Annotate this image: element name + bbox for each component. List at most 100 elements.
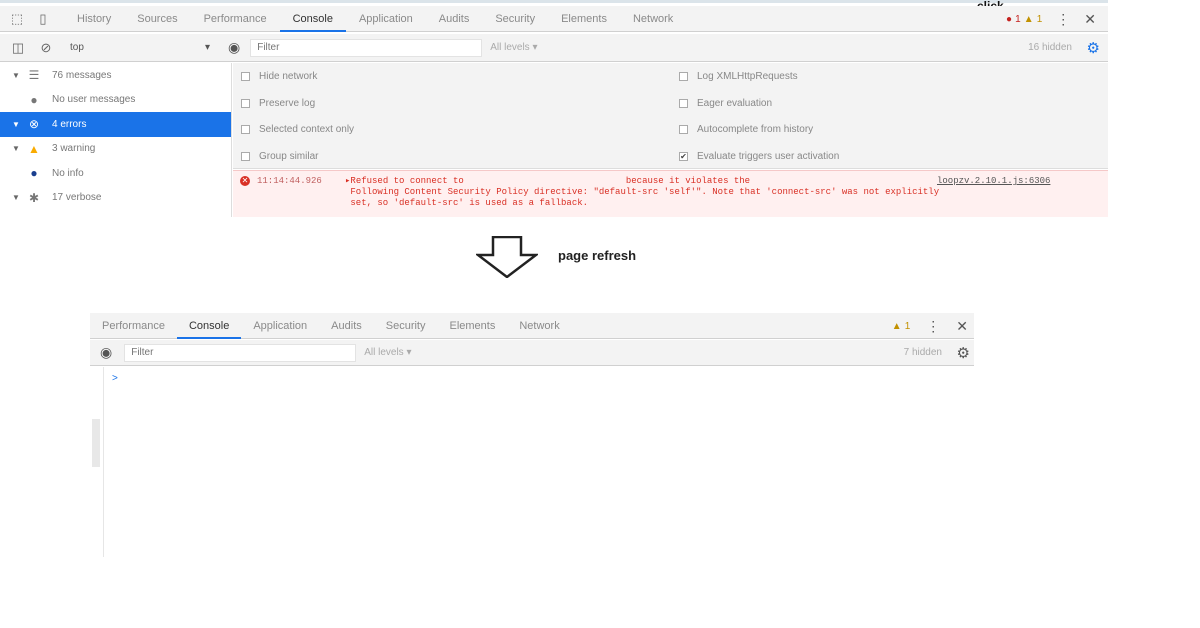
checkbox[interactable] (241, 98, 250, 108)
hidden-count: 7 hidden (903, 347, 942, 358)
sidebar-item-errors[interactable]: ▼ ⊗ 4 errors (0, 112, 231, 137)
setting-hide-network[interactable]: Hide network (241, 68, 317, 84)
setting-group-similar[interactable]: Group similar (241, 148, 318, 164)
checkbox[interactable] (241, 124, 250, 134)
live-expression-eye-icon[interactable]: ◉ (228, 39, 240, 56)
sidebar-item-label: 76 messages (52, 69, 112, 81)
console-gutter (90, 367, 104, 557)
bug-icon: ✱ (28, 190, 40, 205)
error-icon: ✕ (240, 176, 250, 186)
more-options-icon[interactable]: ⋮ (926, 318, 940, 335)
setting-label: Hide network (259, 70, 318, 82)
expand-arrow-icon: ▼ (12, 70, 20, 80)
warning-count: 1 (1036, 14, 1043, 25)
setting-log-xhr[interactable]: Log XMLHttpRequests (679, 68, 798, 84)
checkbox[interactable] (241, 151, 250, 161)
expand-arrow-icon: ▼ (12, 193, 20, 203)
setting-label: Selected context only (259, 123, 355, 135)
user-icon: ● (30, 92, 38, 107)
tab-audits[interactable]: Audits (319, 313, 374, 339)
filter-input[interactable] (250, 38, 483, 57)
filter-input[interactable] (124, 343, 357, 362)
expand-arrow-icon: ▼ (12, 119, 20, 129)
setting-evaluate-user-activation[interactable]: ✔ Evaluate triggers user activation (679, 148, 839, 164)
levels-dropdown[interactable]: All levels ▾ (364, 347, 411, 358)
checkbox[interactable] (241, 71, 250, 81)
setting-selected-context[interactable]: Selected context only (241, 121, 354, 137)
sidebar-item-label: No info (52, 167, 84, 179)
tab-application[interactable]: Application (241, 313, 319, 339)
hidden-count: 16 hidden (1028, 42, 1072, 53)
scrollbar-thumb[interactable] (92, 419, 100, 467)
setting-label: Eager evaluation (697, 97, 773, 109)
close-icon[interactable]: ✕ (1084, 11, 1096, 28)
error-icon: ● (1006, 14, 1013, 25)
console-sidebar: ▼ ☰ 76 messages ● No user messages ▼ ⊗ 4… (0, 63, 232, 217)
more-options-icon[interactable]: ⋮ (1056, 11, 1070, 28)
setting-autocomplete-history[interactable]: Autocomplete from history (679, 121, 813, 137)
live-expression-eye-icon[interactable]: ◉ (100, 344, 112, 361)
warning-count: 1 (904, 321, 911, 332)
inspect-element-icon[interactable]: ⬚ (8, 10, 26, 28)
tab-elements[interactable]: Elements (438, 313, 508, 339)
tab-application[interactable]: Application (346, 6, 426, 32)
tab-network[interactable]: Network (620, 6, 686, 32)
levels-dropdown[interactable]: All levels ▾ (490, 42, 537, 53)
console-toolbar: ◫ ⊘ top ▾ ◉ All levels ▾ 16 hidden ⚙ (0, 34, 1108, 62)
setting-preserve-log[interactable]: Preserve log (241, 95, 315, 111)
console-prompt[interactable]: > (112, 373, 118, 384)
console-settings-gear-icon[interactable]: ⚙ (1087, 39, 1100, 57)
sidebar-item-verbose[interactable]: ▼ ✱ 17 verbose (0, 186, 231, 211)
devtools-panel-after: Performance Console Application Audits S… (90, 313, 974, 557)
chevron-down-icon: ▾ (204, 42, 210, 53)
console-error-message: ✕ 11:14:44.926 ▸Refused to connect to be… (233, 170, 1108, 217)
tab-security[interactable]: Security (482, 6, 548, 32)
sidebar-item-user-messages[interactable]: ● No user messages (0, 88, 231, 113)
tab-sources[interactable]: Sources (124, 6, 190, 32)
sidebar-toggle-icon[interactable]: ◫ (8, 40, 28, 56)
warning-counter[interactable]: ▲ 1 (892, 320, 911, 332)
setting-label: Log XMLHttpRequests (697, 70, 798, 82)
devtools-panel-before: click ⬚ ▯ History Sources Performance Co… (0, 0, 1108, 217)
setting-label: Autocomplete from history (697, 123, 814, 135)
sidebar-item-messages[interactable]: ▼ ☰ 76 messages (0, 63, 231, 88)
device-toolbar-icon[interactable]: ▯ (34, 10, 52, 28)
tab-audits[interactable]: Audits (426, 6, 483, 32)
sidebar-item-info[interactable]: ● No info (0, 161, 231, 186)
console-settings-pane: Hide network Preserve log Selected conte… (233, 63, 1108, 169)
setting-label: Group similar (259, 150, 319, 162)
checkbox[interactable] (679, 98, 688, 108)
tab-console[interactable]: Console (176, 313, 242, 339)
tab-performance[interactable]: Performance (191, 6, 280, 32)
sidebar-item-label: 4 errors (52, 118, 87, 130)
checkbox[interactable] (679, 124, 688, 134)
console-toolbar: ◉ All levels ▾ 7 hidden ⚙ (90, 340, 974, 366)
tab-network[interactable]: Network (507, 313, 571, 339)
devtools-tabbar: ⬚ ▯ History Sources Performance Console … (0, 6, 1108, 32)
close-icon[interactable]: ✕ (956, 318, 968, 335)
context-select-value: top (70, 42, 84, 53)
error-counter[interactable]: ● 1 ▲ 1 (1006, 13, 1042, 25)
devtools-tabbar: Performance Console Application Audits S… (90, 313, 974, 339)
clear-console-icon[interactable]: ⊘ (36, 40, 56, 56)
tab-performance[interactable]: Performance (90, 313, 177, 339)
error-count: 1 (1015, 14, 1021, 25)
page-refresh-label: page refresh (558, 248, 637, 263)
console-settings-gear-icon[interactable]: ⚙ (957, 344, 970, 362)
context-select[interactable]: top ▾ (70, 42, 210, 53)
tab-elements[interactable]: Elements (548, 6, 620, 32)
tab-history[interactable]: History (64, 6, 124, 32)
checkbox-checked[interactable]: ✔ (679, 151, 688, 161)
warning-icon: ▲ (891, 321, 902, 332)
sidebar-item-warnings[interactable]: ▼ ▲ 3 warning (0, 137, 231, 162)
tab-console[interactable]: Console (279, 6, 346, 32)
list-icon: ☰ (28, 68, 40, 83)
setting-label: Preserve log (259, 97, 316, 109)
error-icon: ⊗ (28, 117, 40, 132)
setting-eager-evaluation[interactable]: Eager evaluation (679, 95, 772, 111)
error-source-link[interactable]: loopzv.2.10.1.js:6306 (937, 176, 1050, 186)
tab-security[interactable]: Security (374, 313, 438, 339)
checkbox[interactable] (679, 71, 688, 81)
setting-label: Evaluate triggers user activation (697, 150, 840, 162)
down-arrow-icon (476, 236, 538, 278)
